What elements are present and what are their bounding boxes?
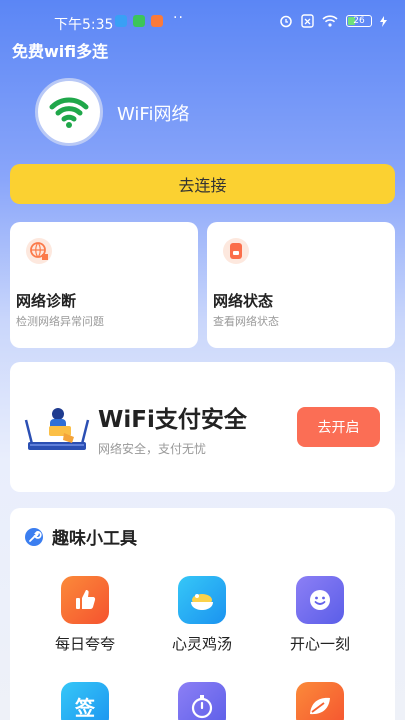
network-status-icon [223, 238, 249, 264]
wifi-signal-icon [322, 15, 338, 27]
tool-daily-praise-label: 每日夸夸 [54, 635, 115, 653]
tool-chicken-soup[interactable]: 心灵鸡汤 [152, 576, 252, 654]
network-status-card[interactable]: 网络状态 查看网络状态 [207, 222, 395, 348]
wifi-icon [49, 97, 89, 128]
tool-stopwatch[interactable] [152, 682, 252, 720]
smile-icon [296, 576, 344, 624]
pay-security-subtitle: 网络安全，支付无忧 [98, 442, 207, 456]
fun-tools-header: 趣味小工具 [24, 524, 137, 549]
network-status-subtitle: 查看网络状态 [213, 315, 279, 328]
tool-sign-in[interactable]: 签 [35, 682, 135, 720]
network-diagnosis-subtitle: 检测网络异常问题 [16, 315, 104, 328]
tool-happy-moment-label: 开心一刻 [289, 635, 350, 653]
app-title: 免费wifi多连 [12, 42, 109, 61]
more-notifications-icon: ·· [173, 10, 184, 26]
network-diagnosis-card[interactable]: 网络诊断 检测网络异常问题 [10, 222, 198, 348]
network-status-title: 网络状态 [213, 292, 274, 310]
sign-in-icon: 签 [61, 682, 109, 720]
alarm-icon [280, 15, 292, 28]
chicken-soup-icon [178, 576, 226, 624]
leaf-icon [296, 682, 344, 720]
app-notification-icon [115, 15, 127, 27]
network-diagnosis-title: 网络诊断 [16, 292, 77, 310]
status-time: 下午5:35 [54, 17, 114, 33]
thumbs-up-icon [61, 576, 109, 624]
wifi-network-name: WiFi网络 [117, 104, 190, 125]
fun-tools-card: 趣味小工具 每日夸夸 心灵鸡汤 开心一刻 签 [10, 508, 395, 720]
fun-tools-title: 趣味小工具 [52, 529, 137, 549]
charging-icon [380, 15, 387, 27]
pay-security-title: WiFi支付安全 [98, 407, 247, 433]
tool-happy-moment[interactable]: 开心一刻 [270, 576, 370, 654]
router-person-illustration [24, 408, 90, 450]
wechat-notification-icon [133, 15, 145, 27]
wrench-icon [25, 527, 43, 546]
enable-pay-security-button[interactable]: 去开启 [297, 407, 380, 447]
taobao-notification-icon [151, 15, 163, 27]
tool-chicken-soup-label: 心灵鸡汤 [171, 635, 232, 653]
stopwatch-icon [178, 682, 226, 720]
status-bar: 下午5:35 ·· 26 [0, 0, 405, 36]
wifi-avatar [35, 78, 103, 146]
tool-daily-praise[interactable]: 每日夸夸 [35, 576, 135, 654]
network-diagnosis-icon [26, 238, 52, 264]
connect-button[interactable]: 去连接 [10, 164, 395, 204]
no-sim-icon [301, 14, 314, 28]
tool-leaf[interactable] [270, 682, 370, 720]
battery-icon: 26 [346, 15, 372, 27]
pay-security-card: WiFi支付安全 网络安全，支付无忧 去开启 [10, 362, 395, 492]
